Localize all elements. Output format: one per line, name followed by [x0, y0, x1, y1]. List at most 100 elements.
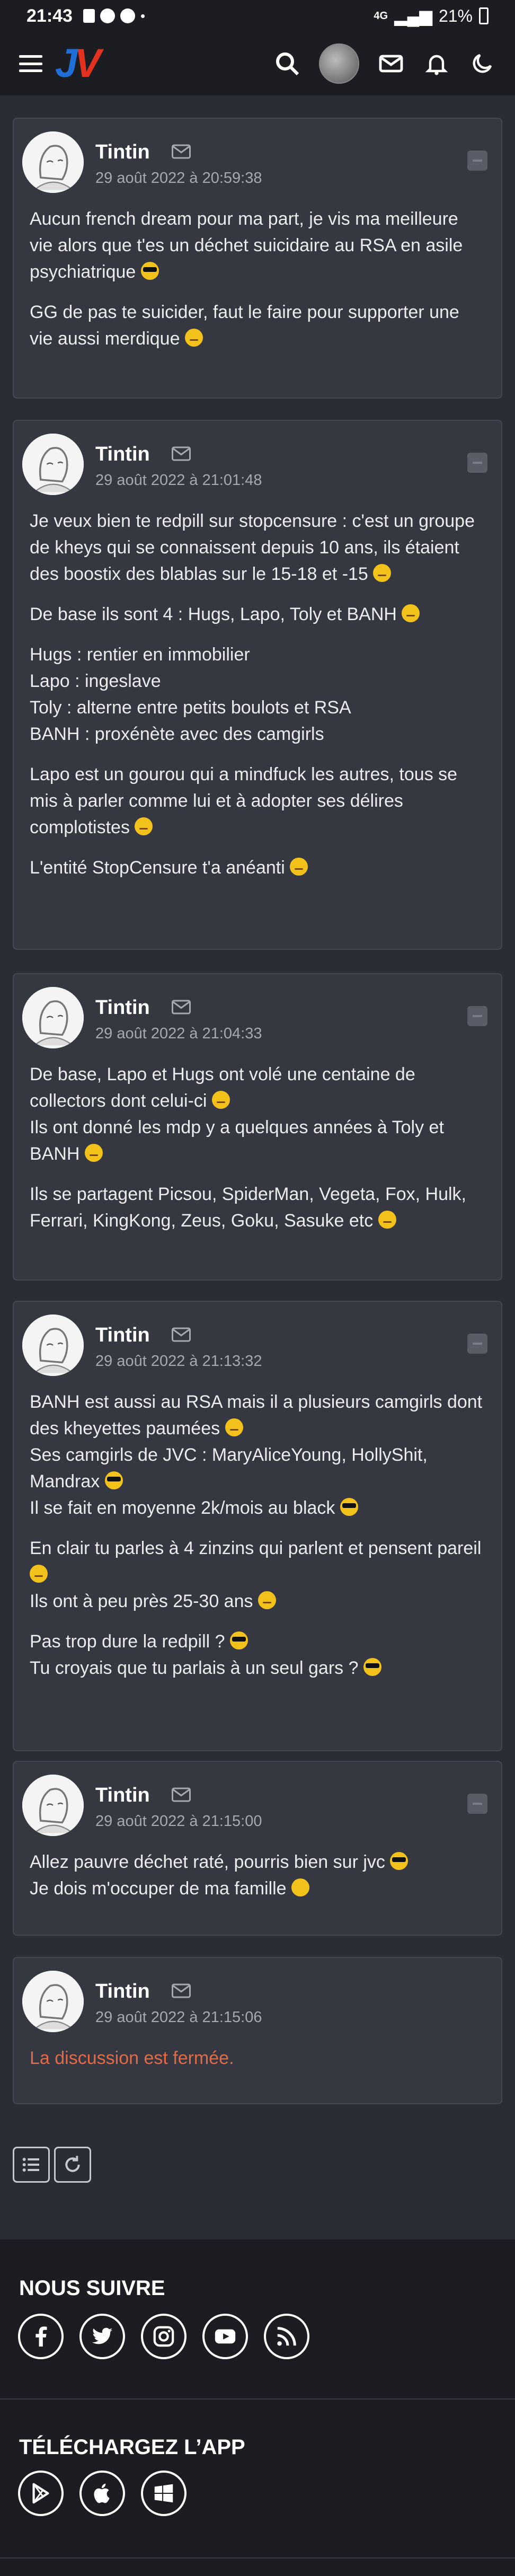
smiley-sad-icon	[258, 1591, 276, 1609]
smiley-cool-icon	[340, 1498, 358, 1516]
author-name[interactable]: Tintin	[95, 1324, 150, 1347]
battery-level: 21%	[438, 6, 473, 25]
author-avatar[interactable]	[22, 1971, 84, 2032]
author-avatar[interactable]	[22, 987, 84, 1048]
author-name[interactable]: Tintin	[95, 996, 150, 1019]
user-avatar[interactable]	[319, 43, 359, 84]
author-name[interactable]: Tintin	[95, 1784, 150, 1807]
smiley-cool-icon	[104, 1471, 123, 1489]
google-play-icon[interactable]	[18, 2471, 64, 2516]
post-date[interactable]: 29 août 2022 à 21:15:06	[95, 2009, 262, 2026]
post-line: Tu croyais que tu parlais à un seul gars…	[30, 1658, 359, 1678]
dark-mode-moon-icon[interactable]	[468, 50, 496, 77]
forum-post: Tintin 29 août 2022 à 21:04:33 De base, …	[13, 973, 502, 1281]
account-notification-icon	[100, 8, 115, 23]
forum-post: Tintin 29 août 2022 à 20:59:38 Aucun fre…	[13, 118, 502, 399]
post-date[interactable]: 29 août 2022 à 21:13:32	[95, 1353, 262, 1370]
author-avatar[interactable]	[22, 1315, 84, 1376]
smiley-sad-icon	[378, 1211, 396, 1229]
gallery-notification-icon	[83, 9, 95, 23]
forum-post: Tintin 29 août 2022 à 21:15:00 Allez pau…	[13, 1761, 502, 1936]
smiley-cool-icon	[390, 1852, 409, 1870]
smiley-sad-icon	[135, 817, 153, 835]
footer-divider	[0, 2398, 515, 2399]
apple-icon[interactable]	[79, 2471, 125, 2516]
notifications-bell-icon[interactable]	[423, 50, 450, 77]
post-date[interactable]: 29 août 2022 à 20:59:38	[95, 170, 262, 187]
smiley-cool-icon	[230, 1631, 248, 1649]
site-footer: NOUS SUIVRE TÉLÉCHARGEZ L’APP	[0, 2239, 515, 2576]
post-options-button[interactable]	[467, 1794, 487, 1814]
send-message-icon[interactable]	[172, 1983, 191, 1998]
social-links	[18, 2314, 309, 2359]
send-message-icon[interactable]	[172, 1000, 191, 1014]
author-avatar[interactable]	[22, 434, 84, 495]
smiley-sad-icon	[84, 1144, 103, 1162]
search-icon[interactable]	[273, 50, 301, 77]
download-app-title: TÉLÉCHARGEZ L’APP	[19, 2436, 245, 2459]
topic-list-button[interactable]	[13, 2147, 50, 2183]
more-notifications-icon: •	[140, 7, 146, 24]
footer-divider	[0, 2557, 515, 2559]
battery-icon	[479, 7, 489, 24]
send-message-icon[interactable]	[172, 446, 191, 461]
forum-post: Tintin 29 août 2022 à 21:01:48 Je veux b…	[13, 420, 502, 950]
smiley-sad-icon	[373, 564, 392, 582]
post-paragraph: Lapo est un gourou qui a mindfuck les au…	[30, 764, 458, 837]
post-line: Ses camgirls de JVC : MaryAliceYoung, Ho…	[30, 1445, 428, 1492]
smiley-sad-icon	[184, 329, 203, 347]
author-name[interactable]: Tintin	[95, 1980, 150, 2003]
post-date[interactable]: 29 août 2022 à 21:01:48	[95, 472, 262, 489]
smiley-cool-icon	[363, 1658, 381, 1676]
discussion-closed-notice: La discussion est fermée.	[30, 2048, 234, 2068]
youtube-icon[interactable]	[202, 2314, 248, 2359]
smiley-sad-icon	[225, 1418, 243, 1436]
post-paragraph: Je veux bien te redpill sur stopcensure …	[30, 511, 475, 584]
windows-icon[interactable]	[141, 2471, 187, 2516]
post-options-button[interactable]	[467, 151, 487, 171]
rss-icon[interactable]	[264, 2314, 309, 2359]
post-line: Pas trop dure la redpill ?	[30, 1631, 225, 1652]
follow-title: NOUS SUIVRE	[19, 2277, 165, 2300]
author-avatar[interactable]	[22, 1775, 84, 1836]
facebook-icon[interactable]	[18, 2314, 64, 2359]
refresh-button[interactable]	[54, 2147, 91, 2183]
post-content: De base, Lapo et Hugs ont volé une centa…	[14, 1054, 501, 1250]
author-avatar[interactable]	[22, 131, 84, 193]
post-line: Ils ont à peu près 25-30 ans	[30, 1591, 253, 1611]
post-line: BANH : proxénète avec des camgirls	[30, 724, 324, 744]
post-options-button[interactable]	[467, 1334, 487, 1354]
post-line: En clair tu parles à 4 zinzins qui parle…	[30, 1538, 482, 1558]
send-message-icon[interactable]	[172, 1787, 191, 1802]
post-line: Allez pauvre déchet raté, pourris bien s…	[30, 1852, 385, 1872]
post-date[interactable]: 29 août 2022 à 21:04:33	[95, 1025, 262, 1043]
author-name[interactable]: Tintin	[95, 443, 150, 466]
smiley-sad-icon	[211, 1091, 230, 1109]
post-paragraph: Ils se partagent Picsou, SpiderMan, Vege…	[30, 1184, 466, 1231]
post-line: BANH est aussi au RSA mais il a plusieur…	[30, 1392, 483, 1439]
post-paragraph: De base ils sont 4 : Hugs, Lapo, Toly et…	[30, 604, 397, 624]
post-content: Allez pauvre déchet raté, pourris bien s…	[14, 1841, 501, 1918]
notification-icons: •	[83, 8, 145, 24]
twitter-icon[interactable]	[79, 2314, 125, 2359]
smiley-sad-icon	[290, 858, 308, 876]
forum-post: Tintin 29 août 2022 à 21:13:32 BANH est …	[13, 1301, 502, 1751]
send-message-icon[interactable]	[172, 144, 191, 159]
refresh-icon	[65, 2156, 80, 2172]
jv-logo[interactable]: JV	[55, 43, 101, 84]
post-content: Je veux bien te redpill sur stopcensure …	[14, 500, 501, 897]
post-date[interactable]: 29 août 2022 à 21:15:00	[95, 1813, 262, 1830]
post-paragraph: Aucun french dream pour ma part, je vis …	[30, 209, 463, 282]
send-message-icon[interactable]	[172, 1327, 191, 1342]
post-line: Il se fait en moyenne 2k/mois au black	[30, 1498, 335, 1518]
app-header: JV	[0, 32, 515, 95]
post-paragraph: L'entité StopCensure t'a anéanti	[30, 858, 285, 878]
post-options-button[interactable]	[467, 1006, 487, 1026]
post-options-button[interactable]	[467, 453, 487, 473]
instagram-icon[interactable]	[141, 2314, 187, 2359]
author-name[interactable]: Tintin	[95, 141, 150, 164]
menu-icon[interactable]	[19, 55, 42, 72]
post-line: Je dois m'occuper de ma famille	[30, 1878, 287, 1899]
post-content: Aucun french dream pour ma part, je vis …	[14, 198, 501, 368]
messages-icon[interactable]	[377, 50, 405, 77]
